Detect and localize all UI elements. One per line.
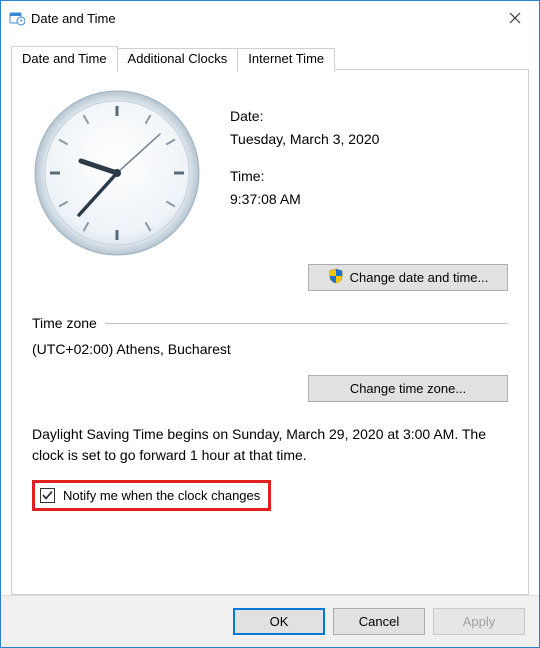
time-value: 9:37:08 AM [230, 189, 508, 210]
button-label: Cancel [359, 614, 399, 629]
button-label: Change date and time... [350, 270, 489, 285]
datetime-app-icon [9, 10, 25, 26]
divider [105, 323, 508, 324]
tab-label: Date and Time [22, 51, 107, 66]
cancel-button[interactable]: Cancel [333, 608, 425, 635]
tab-additional-clocks[interactable]: Additional Clocks [117, 48, 239, 72]
change-timezone-button[interactable]: Change time zone... [308, 375, 508, 402]
titlebar: Date and Time [1, 1, 539, 35]
uac-shield-icon [328, 268, 344, 287]
notify-clock-change-row[interactable]: Notify me when the clock changes [32, 480, 271, 511]
tab-label: Internet Time [248, 51, 324, 66]
time-label: Time: [230, 166, 508, 187]
change-date-time-button[interactable]: Change date and time... [308, 264, 508, 291]
timezone-section-label: Time zone [32, 315, 97, 331]
close-button[interactable] [491, 1, 539, 35]
analog-clock [32, 88, 202, 258]
tab-panel-date-and-time: Date: Tuesday, March 3, 2020 Time: 9:37:… [11, 69, 529, 595]
button-label: Change time zone... [350, 381, 466, 396]
date-time-window: Date and Time Date and Time Additional C… [0, 0, 540, 648]
date-value: Tuesday, March 3, 2020 [230, 129, 508, 150]
tab-label: Additional Clocks [128, 51, 228, 66]
window-title: Date and Time [31, 11, 116, 26]
dst-info-text: Daylight Saving Time begins on Sunday, M… [32, 424, 508, 466]
timezone-section-header: Time zone [32, 315, 508, 331]
date-label: Date: [230, 106, 508, 127]
tab-strip: Date and Time Additional Clocks Internet… [11, 46, 529, 70]
tab-internet-time[interactable]: Internet Time [237, 48, 335, 72]
button-label: Apply [463, 614, 496, 629]
apply-button[interactable]: Apply [433, 608, 525, 635]
button-label: OK [270, 614, 289, 629]
notify-checkbox[interactable] [40, 488, 55, 503]
ok-button[interactable]: OK [233, 608, 325, 635]
datetime-info: Date: Tuesday, March 3, 2020 Time: 9:37:… [230, 88, 508, 258]
notify-label: Notify me when the clock changes [63, 488, 260, 503]
client-area: Date and Time Additional Clocks Internet… [1, 35, 539, 647]
timezone-value: (UTC+02:00) Athens, Bucharest [32, 341, 508, 357]
dialog-button-bar: OK Cancel Apply [1, 595, 539, 647]
tab-date-and-time[interactable]: Date and Time [11, 46, 118, 70]
